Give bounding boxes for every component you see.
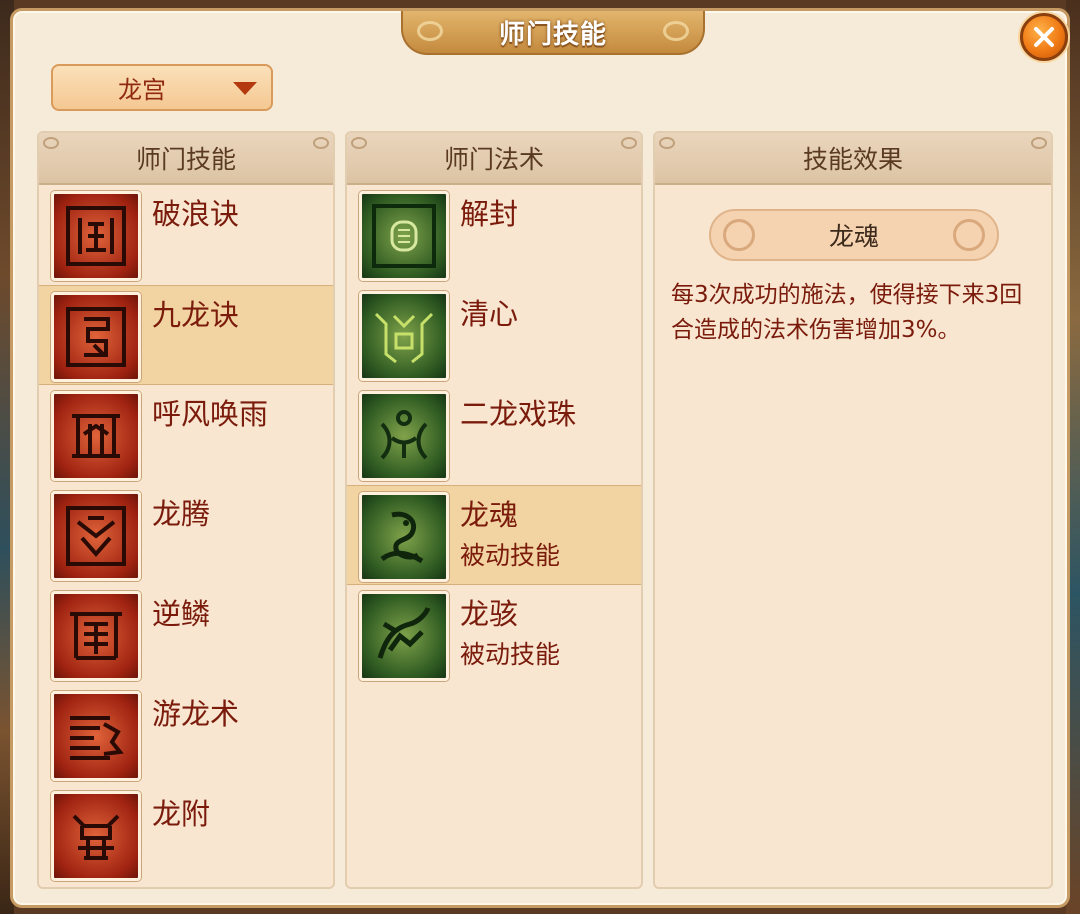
reverse-scale-rune-icon <box>51 591 141 681</box>
scroll-ornament-icon <box>621 137 637 149</box>
nine-dragon-rune-icon <box>51 292 141 382</box>
skill-effect-column: 技能效果 龙魂 每3次成功的施法，使得接下来3回合造成的法术伤害增加3%。 <box>653 131 1053 889</box>
skill-name: 九龙诀 <box>152 298 240 332</box>
cloud-ornament-icon <box>663 21 689 41</box>
spell-name: 龙魂 <box>460 498 519 532</box>
cloud-ornament-icon <box>723 219 755 251</box>
spell-row-qingxin[interactable]: 清心 <box>347 285 641 385</box>
wind-rain-rune-icon <box>51 391 141 481</box>
school-spells-header: 师门法术 <box>347 133 641 185</box>
skill-row-youlongshu[interactable]: 游龙术 <box>39 685 333 785</box>
skill-row-polangjue[interactable]: 破浪诀 <box>39 185 333 285</box>
dragon-attach-rune-icon <box>51 791 141 881</box>
skill-name: 龙腾 <box>152 497 211 531</box>
skill-row-hufenghuanyu[interactable]: 呼风唤雨 <box>39 385 333 485</box>
selected-skill-banner: 龙魂 <box>709 209 999 261</box>
wave-rune-icon <box>51 191 141 281</box>
skill-row-longteng[interactable]: 龙腾 <box>39 485 333 585</box>
window-title: 师门技能 <box>498 19 607 50</box>
close-button[interactable] <box>1020 13 1068 61</box>
skill-name: 游龙术 <box>152 697 240 731</box>
school-spells-column: 师门法术 解封 清心 二龙戏珠 龙魂 被动技能 龙骇 被动技能 <box>345 131 643 889</box>
clear-mind-icon <box>359 291 449 381</box>
spell-name: 二龙戏珠 <box>460 397 577 431</box>
scroll-ornament-icon <box>1031 137 1047 149</box>
school-skills-header-label: 师门技能 <box>135 145 236 174</box>
skill-name: 呼风唤雨 <box>152 397 269 431</box>
school-skills-header: 师门技能 <box>39 133 333 185</box>
school-skills-column: 师门技能 破浪诀 九龙诀 呼风唤雨 龙腾 逆鳞 游龙术 龙附 <box>37 131 335 889</box>
spell-name: 清心 <box>460 297 519 331</box>
selected-skill-name: 龙魂 <box>828 222 879 251</box>
twin-dragon-pearl-icon <box>359 391 449 481</box>
window-title-tab: 师门技能 <box>401 11 705 55</box>
school-spells-header-label: 师门法术 <box>443 145 544 174</box>
swimming-dragon-rune-icon <box>51 691 141 781</box>
passive-skill-tag: 被动技能 <box>460 541 561 570</box>
spell-name: 解封 <box>460 197 519 231</box>
skill-effect-description: 每3次成功的施法，使得接下来3回合造成的法术伤害增加3%。 <box>671 282 1023 343</box>
skill-effect-header-label: 技能效果 <box>802 145 903 174</box>
cloud-ornament-icon <box>417 21 443 41</box>
cloud-ornament-icon <box>953 219 985 251</box>
chevron-down-icon[interactable] <box>233 82 257 95</box>
passive-skill-tag: 被动技能 <box>460 640 561 669</box>
school-select[interactable]: 龙宫 <box>51 64 273 111</box>
scroll-ornament-icon <box>659 137 675 149</box>
unseal-icon <box>359 191 449 281</box>
dragon-soar-rune-icon <box>51 491 141 581</box>
spell-row-jiefeng[interactable]: 解封 <box>347 185 641 285</box>
spell-row-longhai[interactable]: 龙骇 被动技能 <box>347 585 641 685</box>
spell-row-longhun[interactable]: 龙魂 被动技能 <box>347 485 641 585</box>
dragon-fright-icon <box>359 591 449 681</box>
dragon-soul-icon <box>359 492 449 582</box>
skill-row-longfu[interactable]: 龙附 <box>39 785 333 885</box>
skills-window: 师门技能 龙宫 师门技能 破浪诀 九龙诀 呼风唤雨 龙腾 逆鳞 游龙术 龙附 师… <box>10 8 1070 908</box>
skill-effect-header: 技能效果 <box>655 133 1051 185</box>
scroll-ornament-icon <box>351 137 367 149</box>
spell-name: 龙骇 <box>460 597 519 631</box>
spell-row-erlongxizhu[interactable]: 二龙戏珠 <box>347 385 641 485</box>
skill-name: 龙附 <box>152 797 211 831</box>
skill-row-jiulongjue[interactable]: 九龙诀 <box>39 285 333 385</box>
skill-name: 逆鳞 <box>152 597 211 631</box>
scroll-ornament-icon <box>43 137 59 149</box>
close-icon <box>1034 27 1054 47</box>
skill-row-nilin[interactable]: 逆鳞 <box>39 585 333 685</box>
scroll-ornament-icon <box>313 137 329 149</box>
skill-name: 破浪诀 <box>152 197 240 231</box>
